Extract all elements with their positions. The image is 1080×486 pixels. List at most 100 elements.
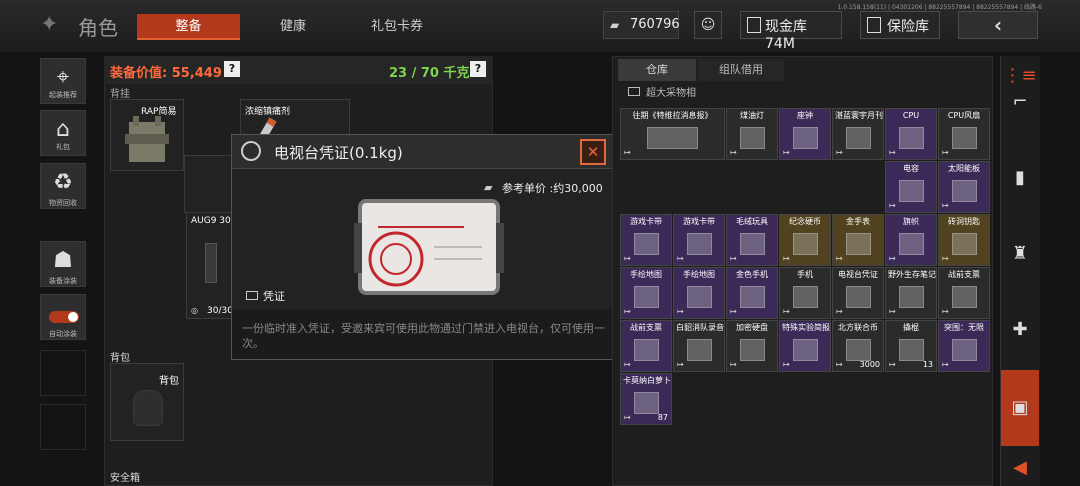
storage-item[interactable]: 游戏卡带 ↦ bbox=[620, 214, 672, 266]
storage-item[interactable]: 毛绒玩具 ↦ bbox=[726, 214, 778, 266]
item-icon bbox=[845, 232, 871, 255]
tab-equip[interactable]: 整备 bbox=[137, 14, 240, 40]
backpack-slot[interactable]: 背包 bbox=[110, 363, 184, 441]
toggle-switch[interactable] bbox=[49, 311, 79, 323]
vest-section-label: 背挂 bbox=[110, 89, 130, 100]
storage-item[interactable]: 卡莫纳白萝卜 ↦ 87 bbox=[620, 373, 672, 425]
loadout-recommend-label: 起装推荐 bbox=[49, 91, 77, 99]
reference-price: 参考单价 :约30,000 bbox=[502, 182, 603, 195]
collapse-sidebar-button[interactable]: ◀ bbox=[1001, 450, 1039, 486]
arrow-icon: ↦ bbox=[836, 307, 843, 316]
arrow-icon: ↦ bbox=[942, 148, 949, 157]
cash-vault-button[interactable]: 现金库 74M bbox=[740, 11, 842, 52]
storage-item-name: 砖洞钥匙 bbox=[948, 217, 980, 226]
storage-item[interactable]: 白貂消队录音带 ↦ bbox=[673, 320, 725, 372]
storage-item[interactable]: 野外生存笔记 ↦ bbox=[885, 267, 937, 319]
safe-vault-button[interactable]: 保险库 bbox=[860, 11, 940, 39]
item-icon bbox=[951, 232, 977, 255]
operator-icon: ☺ bbox=[700, 17, 716, 33]
back-button[interactable]: ‹ bbox=[958, 11, 1038, 39]
cash-icon bbox=[747, 17, 761, 33]
toggle-knob bbox=[68, 312, 78, 322]
storage-item[interactable]: 加密硬盘 ↦ bbox=[726, 320, 778, 372]
item-quantity: 3000 bbox=[859, 360, 880, 369]
vest-icon: ♜ bbox=[1011, 243, 1029, 264]
grid-icon: ⋮≡ bbox=[1003, 65, 1037, 86]
storage-item[interactable]: 往期《特维拉消息报》 ↦ bbox=[620, 108, 725, 160]
tab-warehouse[interactable]: 仓库 bbox=[618, 59, 696, 81]
arrow-icon: ↦ bbox=[942, 254, 949, 263]
storage-item-name: 毛绒玩具 bbox=[736, 217, 768, 226]
item-icon bbox=[646, 126, 699, 149]
storage-item-name: 金色手机 bbox=[736, 270, 768, 279]
storage-item-name: 纪念硬币 bbox=[789, 217, 821, 226]
weapon-slot[interactable]: AUG9 30 ◎ 30/30 bbox=[186, 212, 234, 319]
category-weapons-button[interactable]: ⌐ bbox=[1001, 84, 1039, 120]
storage-item[interactable]: 手绘地图 ↦ bbox=[673, 267, 725, 319]
category-medical-button[interactable]: ✚ bbox=[1001, 312, 1039, 348]
item-icon bbox=[633, 391, 659, 414]
item-icon bbox=[686, 285, 712, 308]
storage-item[interactable]: 电容 ↦ bbox=[885, 161, 937, 213]
storage-item[interactable]: CPU ↦ bbox=[885, 108, 937, 160]
storage-item[interactable]: 旗帜 ↦ bbox=[885, 214, 937, 266]
item-icon bbox=[951, 179, 977, 202]
item-icon bbox=[951, 285, 977, 308]
item-icon bbox=[898, 338, 924, 361]
storage-item-name: 手绘地图 bbox=[630, 270, 662, 279]
arrow-icon: ↦ bbox=[730, 148, 737, 157]
backpack-label: 背包 bbox=[159, 376, 179, 387]
tab-team-borrow[interactable]: 组队借用 bbox=[698, 59, 784, 81]
storage-item[interactable]: 砖洞钥匙 ↦ bbox=[938, 214, 990, 266]
empty-slot bbox=[40, 404, 86, 450]
arrow-icon: ↦ bbox=[624, 360, 631, 369]
chevron-left-icon: ‹ bbox=[993, 13, 1003, 37]
storage-item[interactable]: 座钟 ↦ bbox=[779, 108, 831, 160]
category-ammo-button[interactable]: ▮ bbox=[1001, 160, 1039, 196]
info-icon: ◎ bbox=[191, 306, 198, 315]
storage-item[interactable]: CPU风扇 ↦ bbox=[938, 108, 990, 160]
vest-slot[interactable]: RAP简易 bbox=[110, 99, 184, 171]
storage-item[interactable]: 手绘地图 ↦ bbox=[620, 267, 672, 319]
storage-item-name: 电视台凭证 bbox=[838, 270, 878, 279]
weight-help-button[interactable]: ? bbox=[470, 61, 486, 77]
storage-item[interactable]: 电视台凭证 ↦ bbox=[832, 267, 884, 319]
storage-item[interactable]: 金色手机 ↦ bbox=[726, 267, 778, 319]
item-icon bbox=[686, 232, 712, 255]
category-armor-button[interactable]: ♜ bbox=[1001, 236, 1039, 272]
item-icon bbox=[951, 338, 977, 361]
storage-item[interactable]: 纪念硬币 ↦ bbox=[779, 214, 831, 266]
storage-item[interactable]: 金手表 ↦ bbox=[832, 214, 884, 266]
recycle-label: 物资回收 bbox=[49, 199, 77, 207]
item-icon bbox=[739, 232, 765, 255]
item-icon bbox=[633, 285, 659, 308]
operator-button[interactable]: ☺ bbox=[694, 11, 722, 39]
storage-item-name: 座钟 bbox=[797, 111, 813, 120]
storage-item-name: 卡莫纳白萝卜 bbox=[623, 376, 671, 385]
storage-item[interactable]: 战前支票 ↦ bbox=[938, 267, 990, 319]
currency-display[interactable]: ▰ 760796 bbox=[603, 11, 680, 39]
storage-item-name: CPU风扇 bbox=[947, 111, 981, 120]
storage-item[interactable]: 煤油灯 ↦ bbox=[726, 108, 778, 160]
storage-item[interactable]: 湛蓝寰宇月刊 ↦ bbox=[832, 108, 884, 160]
value-help-button[interactable]: ? bbox=[224, 61, 240, 77]
popup-close-button[interactable]: ✕ bbox=[580, 139, 606, 165]
storage-item[interactable]: 突围：无限 ↦ bbox=[938, 320, 990, 372]
storage-item[interactable]: 北方联合币 ↦ 3000 bbox=[832, 320, 884, 372]
tab-gift-vouchers[interactable]: 礼包卡券 bbox=[345, 14, 449, 40]
arrow-icon: ↦ bbox=[889, 254, 896, 263]
storage-item[interactable]: 太阳能板 ↦ bbox=[938, 161, 990, 213]
storage-item[interactable]: 手机 ↦ bbox=[779, 267, 831, 319]
rifle-icon: ⌐ bbox=[1012, 91, 1028, 112]
empty-slot bbox=[40, 350, 86, 396]
category-collectibles-button[interactable]: ▣ bbox=[1001, 370, 1039, 446]
currency-amount: 760796 bbox=[630, 17, 680, 32]
storage-item[interactable]: 撬棍 ↦ 13 bbox=[885, 320, 937, 372]
arrow-icon: ↦ bbox=[624, 148, 631, 157]
storage-item[interactable]: 战前支票 ↦ bbox=[620, 320, 672, 372]
storage-item[interactable]: 特殊实验简报记录 ↦ bbox=[779, 320, 831, 372]
tab-health[interactable]: 健康 bbox=[243, 14, 343, 40]
item-description: 一份临时准入凭证，受邀来宾可使用此物通过门禁进入电视台，仅可使用一次。 bbox=[242, 322, 605, 350]
storage-item[interactable]: 游戏卡带 ↦ bbox=[673, 214, 725, 266]
storage-grid: 往期《特维拉消息报》 ↦ 煤油灯 ↦ 座钟 ↦ 湛蓝寰宇月刊 ↦ CPU ↦ CPU风扇 ↦ 电容 ↦ 太阳… bbox=[620, 108, 992, 434]
